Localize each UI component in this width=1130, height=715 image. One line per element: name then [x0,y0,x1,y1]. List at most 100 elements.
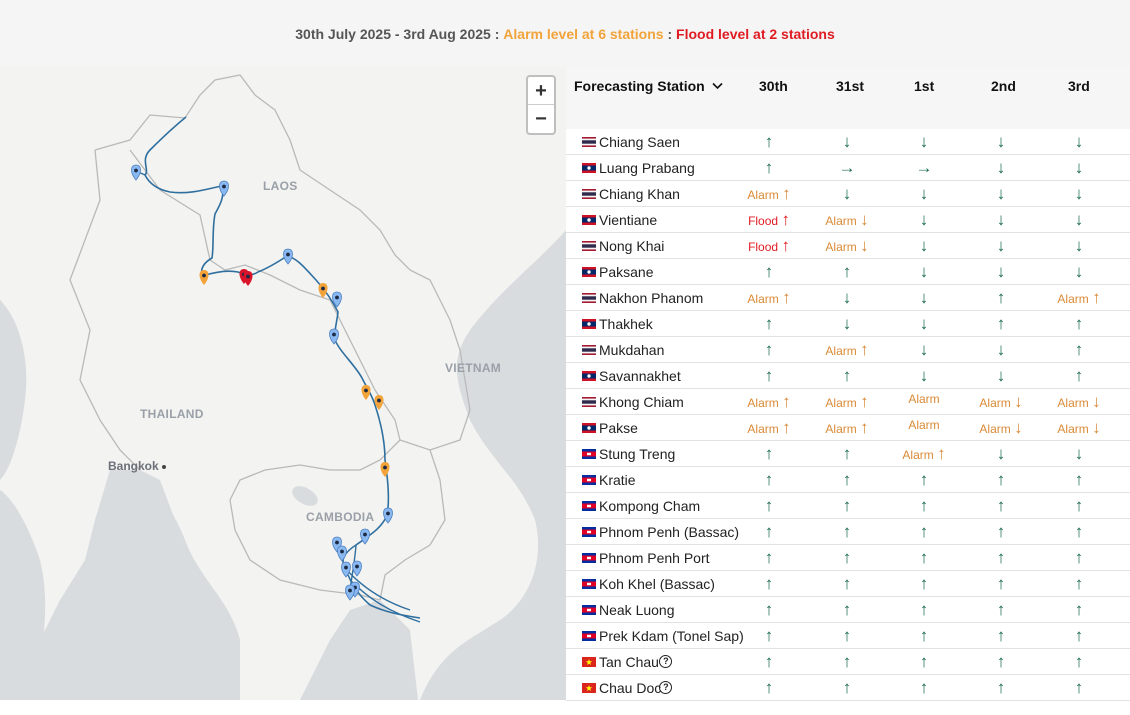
forecast-cell: ↑ [732,626,806,646]
forecast-cell: ↓ [887,366,961,386]
arrow-up-icon: ↑ [764,470,774,489]
flood-level-label: Flood [748,214,779,228]
table-row[interactable]: Tan Chau? ↑ ↑ ↑ ↑ ↑ [566,649,1130,675]
arrow-up-icon: ↑ [1074,366,1084,385]
flag-kh-icon [582,579,596,589]
arrow-up-icon: ↑ [764,652,774,671]
forecast-cell: Alarm ↓ [1042,392,1116,412]
station-name: Nong Khai [599,238,665,254]
day-header-30th: 30th [759,78,788,94]
forecast-cell: Alarm ↑ [1042,288,1116,308]
table-row[interactable]: Stung Treng ↑ ↑ Alarm ↑ ↓ ↓ [566,441,1130,467]
table-row[interactable]: Paksane ↑ ↑ ↓ ↓ ↓ [566,259,1130,285]
arrow-down-icon: ↓ [996,132,1006,151]
arrow-up-icon: ↑ [764,158,774,177]
station-name: Pakse [599,420,638,436]
forecast-cell: ↓ [1042,444,1116,464]
map-canvas [0,67,566,700]
table-row[interactable]: Chau Doc? ↑ ↑ ↑ ↑ ↑ [566,675,1130,701]
zoom-out-button[interactable]: − [528,105,554,133]
arrow-down-icon: ↓ [919,340,929,359]
forecast-cell: Alarm ↑ [732,184,806,204]
arrow-up-icon: ↑ [996,288,1006,307]
zoom-in-button[interactable]: + [528,77,554,105]
forecast-cell: ↓ [964,236,1038,256]
table-row[interactable]: Pakse Alarm ↑ Alarm ↑ Alarm Alarm ↓ Alarm ↓ [566,415,1130,441]
mekong-map[interactable]: LAOS THAILAND VIETNAM CAMBODIA Bangkok [0,67,566,700]
table-row[interactable]: Neak Luong ↑ ↑ ↑ ↑ ↑ [566,597,1130,623]
forecast-cell: ↑ [1042,600,1116,620]
forecast-cell: ↑ [810,678,884,698]
forecast-cell: ↑ [887,496,961,516]
forecast-cell: ↑ [1042,678,1116,698]
arrow-down-icon: ↓ [1092,392,1101,411]
arrow-up-icon: ↑ [996,470,1006,489]
table-header: Forecasting Station 30th 31st 1st 2nd 3r… [566,67,1130,129]
forecast-cell: ↑ [1042,340,1116,360]
alarm-level-label: Alarm [979,396,1011,410]
arrow-up-icon: ↑ [764,366,774,385]
forecast-cell: ↓ [964,366,1038,386]
forecast-cell: ↑ [732,652,806,672]
forecast-cell: ↑ [1042,366,1116,386]
arrow-down-icon: ↓ [996,236,1006,255]
forecast-cell: ↑ [810,548,884,568]
table-row[interactable]: Chiang Saen ↑ ↓ ↓ ↓ ↓ [566,129,1130,155]
forecast-cell: ↑ [964,626,1038,646]
arrow-up-icon: ↑ [996,652,1006,671]
flag-th-icon [582,397,596,407]
help-icon[interactable]: ? [659,681,673,694]
table-row[interactable]: Savannakhet ↑ ↑ ↓ ↓ ↑ [566,363,1130,389]
flag-th-icon [582,137,596,147]
table-row[interactable]: Koh Khel (Bassac) ↑ ↑ ↑ ↑ ↑ [566,571,1130,597]
table-row[interactable]: Phnom Penh Port ↑ ↑ ↑ ↑ ↑ [566,545,1130,571]
forecast-cell: Alarm ↓ [810,236,884,256]
forecast-cell: ↓ [887,262,961,282]
table-row[interactable]: Kompong Cham ↑ ↑ ↑ ↑ ↑ [566,493,1130,519]
table-row[interactable]: Kratie ↑ ↑ ↑ ↑ ↑ [566,467,1130,493]
arrow-up-icon: ↑ [996,574,1006,593]
arrow-up-icon: ↑ [764,340,774,359]
table-row[interactable]: Thakhek ↑ ↓ ↓ ↑ ↑ [566,311,1130,337]
table-row[interactable]: Chiang Khan Alarm ↑ ↓ ↓ ↓ ↓ [566,181,1130,207]
forecast-cell: Alarm ↑ [810,392,884,412]
flag-kh-icon [582,553,596,563]
station-name: Chiang Saen [599,134,680,150]
forecast-cell: Flood ↑ [732,210,806,230]
arrow-down-icon: ↓ [996,210,1006,229]
date-range: 30th July 2025 - 3rd Aug 2025 [295,25,491,42]
table-row[interactable]: Nakhon Phanom Alarm ↑ ↓ ↓ ↑ Alarm ↑ [566,285,1130,311]
forecast-cell: ↓ [887,314,961,334]
arrow-up-icon: ↑ [764,600,774,619]
arrow-up-icon: ↑ [842,522,852,541]
forecast-cell: ↓ [887,184,961,204]
forecast-cell: ↑ [964,574,1038,594]
arrow-up-icon: ↑ [764,262,774,281]
arrow-up-icon: ↑ [996,314,1006,333]
table-row[interactable]: Mukdahan ↑ Alarm ↑ ↓ ↓ ↑ [566,337,1130,363]
arrow-down-icon: ↓ [996,184,1006,203]
arrow-up-icon: ↑ [860,418,869,437]
forecast-cell: ↓ [810,132,884,152]
table-row[interactable]: Prek Kdam (Tonel Sap) ↑ ↑ ↑ ↑ ↑ [566,623,1130,649]
forecast-cell: Alarm ↑ [732,418,806,438]
help-icon[interactable]: ? [659,655,673,668]
arrow-up-icon: ↑ [1074,600,1084,619]
table-row[interactable]: Luang Prabang ↑ → → ↓ ↓ [566,155,1130,181]
arrow-down-icon: ↓ [1074,236,1084,255]
table-row[interactable]: Khong Chiam Alarm ↑ Alarm ↑ Alarm Alarm ↓ Ala… [566,389,1130,415]
table-row[interactable]: Nong Khai Flood ↑ Alarm ↓ ↓ ↓ ↓ [566,233,1130,259]
forecast-cell: ↓ [1042,132,1116,152]
forecast-cell: ↓ [964,210,1038,230]
forecast-cell: Alarm ↑ [810,340,884,360]
flag-la-icon [582,267,596,277]
station-column-header[interactable]: Forecasting Station [574,78,723,94]
forecast-cell: ↑ [1042,522,1116,542]
table-row[interactable]: Vientiane Flood ↑ Alarm ↓ ↓ ↓ ↓ [566,207,1130,233]
alarm-level-label: Alarm [747,396,779,410]
alarm-level-label: Alarm [747,422,779,436]
table-row[interactable]: Phnom Penh (Bassac) ↑ ↑ ↑ ↑ ↑ [566,519,1130,545]
station-name: Khong Chiam [599,394,684,410]
arrow-up-icon: ↑ [919,652,929,671]
flag-kh-icon [582,631,596,641]
